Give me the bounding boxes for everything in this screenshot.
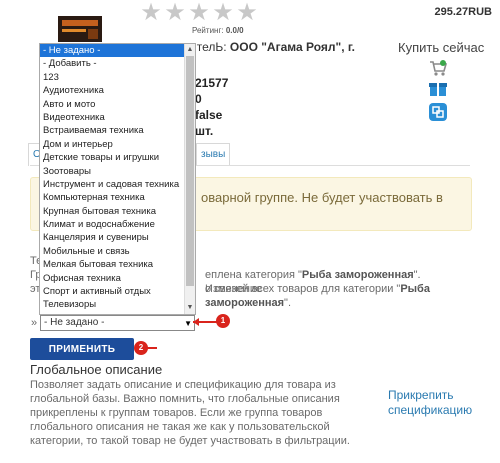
- product-info-3: false: [195, 108, 223, 122]
- dropdown-option[interactable]: Мелкая бытовая техника: [40, 258, 195, 271]
- select-value: - Не задано -: [44, 317, 105, 328]
- dropdown-option[interactable]: Дом и интерьер: [40, 138, 195, 151]
- product-info-2: 0: [195, 92, 202, 106]
- product-info-1: 21577: [195, 76, 229, 90]
- star-icon[interactable]: ★: [212, 1, 234, 25]
- product-price: 295.27RUB: [434, 6, 492, 18]
- category-select[interactable]: - Не задано - ▼: [40, 315, 195, 331]
- dropdown-options[interactable]: - Не задано -- Добавить -123 Аудиотехника…: [40, 44, 195, 312]
- scrollbar-thumb[interactable]: [186, 56, 194, 286]
- category-dropdown-list[interactable]: - Не задано -- Добавить -123 Аудиотехника…: [39, 43, 196, 315]
- dropdown-option[interactable]: Детские товары и игрушки: [40, 151, 195, 164]
- seller-line: ителЬ: ООО "Агама Роял", г.: [190, 40, 355, 54]
- rating-value: 0.0/0: [225, 26, 244, 35]
- dropdown-option[interactable]: Авто и мото: [40, 98, 195, 111]
- dropdown-option[interactable]: - Добавить -: [40, 57, 195, 70]
- dropdown-option[interactable]: Аудиотехника: [40, 84, 195, 97]
- global-description-text: Позволяет задать описание и спецификацию…: [30, 379, 350, 447]
- dropdown-option[interactable]: Спорт и активный отдых: [40, 285, 195, 298]
- apply-button[interactable]: ПРИМЕНИТЬ: [30, 338, 134, 360]
- dropdown-scrollbar[interactable]: ▲ ▼: [184, 44, 195, 314]
- dropdown-option[interactable]: Канцелярия и сувениры: [40, 231, 195, 244]
- category-name: Рыба замороженная: [301, 269, 414, 281]
- annotation-badge-1: 1: [216, 314, 230, 328]
- category-name: Рыба: [400, 283, 430, 295]
- dropdown-option[interactable]: Инструмент и садовая техника: [40, 178, 195, 191]
- dropdown-option[interactable]: Телевизоры: [40, 298, 195, 311]
- compare-icon[interactable]: [428, 102, 448, 122]
- category-name: замороженная: [205, 297, 285, 309]
- dropdown-option[interactable]: - Не задано -: [40, 44, 195, 58]
- scroll-up-icon[interactable]: ▲: [186, 45, 194, 55]
- buy-now-label: Купить сейчас: [398, 40, 485, 55]
- select-marker: »: [31, 317, 38, 329]
- dropdown-option[interactable]: 123: [40, 71, 195, 84]
- attach-specification-link[interactable]: Прикрепить спецификацию: [388, 388, 478, 418]
- category-text-part: ".: [284, 297, 292, 309]
- dropdown-option[interactable]: Зоотовары: [40, 165, 195, 178]
- alert-text: оварной группе. Не будет участвовать в: [201, 190, 443, 205]
- dropdown-option[interactable]: Офисная техника: [40, 272, 195, 285]
- dropdown-option[interactable]: Крупная бытовая техника: [40, 205, 195, 218]
- category-text-line3: замороженная".: [205, 296, 291, 310]
- category-text-part: о связей всех товаров для категории ": [205, 283, 401, 295]
- seller-name: ООО "Агама Роял", г.: [229, 40, 355, 54]
- dropdown-option[interactable]: Видеотехника: [40, 111, 195, 124]
- star-icon[interactable]: ★: [164, 1, 186, 25]
- cart-icon[interactable]: [428, 58, 448, 78]
- star-icon[interactable]: ★: [188, 1, 210, 25]
- dropdown-option[interactable]: Компьютерная техника: [40, 191, 195, 204]
- rating-label: Рейтинг:: [192, 26, 224, 35]
- dropdown-option[interactable]: Климат и водоснабжение: [40, 218, 195, 231]
- star-icon[interactable]: ★: [140, 1, 162, 25]
- rating-stars[interactable]: ★ ★ ★ ★ ★: [140, 1, 258, 25]
- rating-text: Рейтинг: 0.0/0: [192, 26, 244, 35]
- annotation-badge-2: 2: [134, 341, 148, 355]
- gift-icon[interactable]: [428, 78, 448, 98]
- tab-reviews[interactable]: зывы: [196, 143, 231, 166]
- dropdown-option[interactable]: Встраиваемая техника: [40, 124, 195, 137]
- product-info-4: шт.: [195, 124, 214, 138]
- category-text-line2: о связей всех товаров для категории "Рыб…: [205, 282, 480, 296]
- global-description-title: Глобальное описание: [30, 362, 163, 377]
- product-image: [48, 14, 112, 44]
- dropdown-option[interactable]: Мобильные и связь: [40, 245, 195, 258]
- star-icon[interactable]: ★: [236, 1, 258, 25]
- category-text-part: еплена категория ": [205, 269, 302, 281]
